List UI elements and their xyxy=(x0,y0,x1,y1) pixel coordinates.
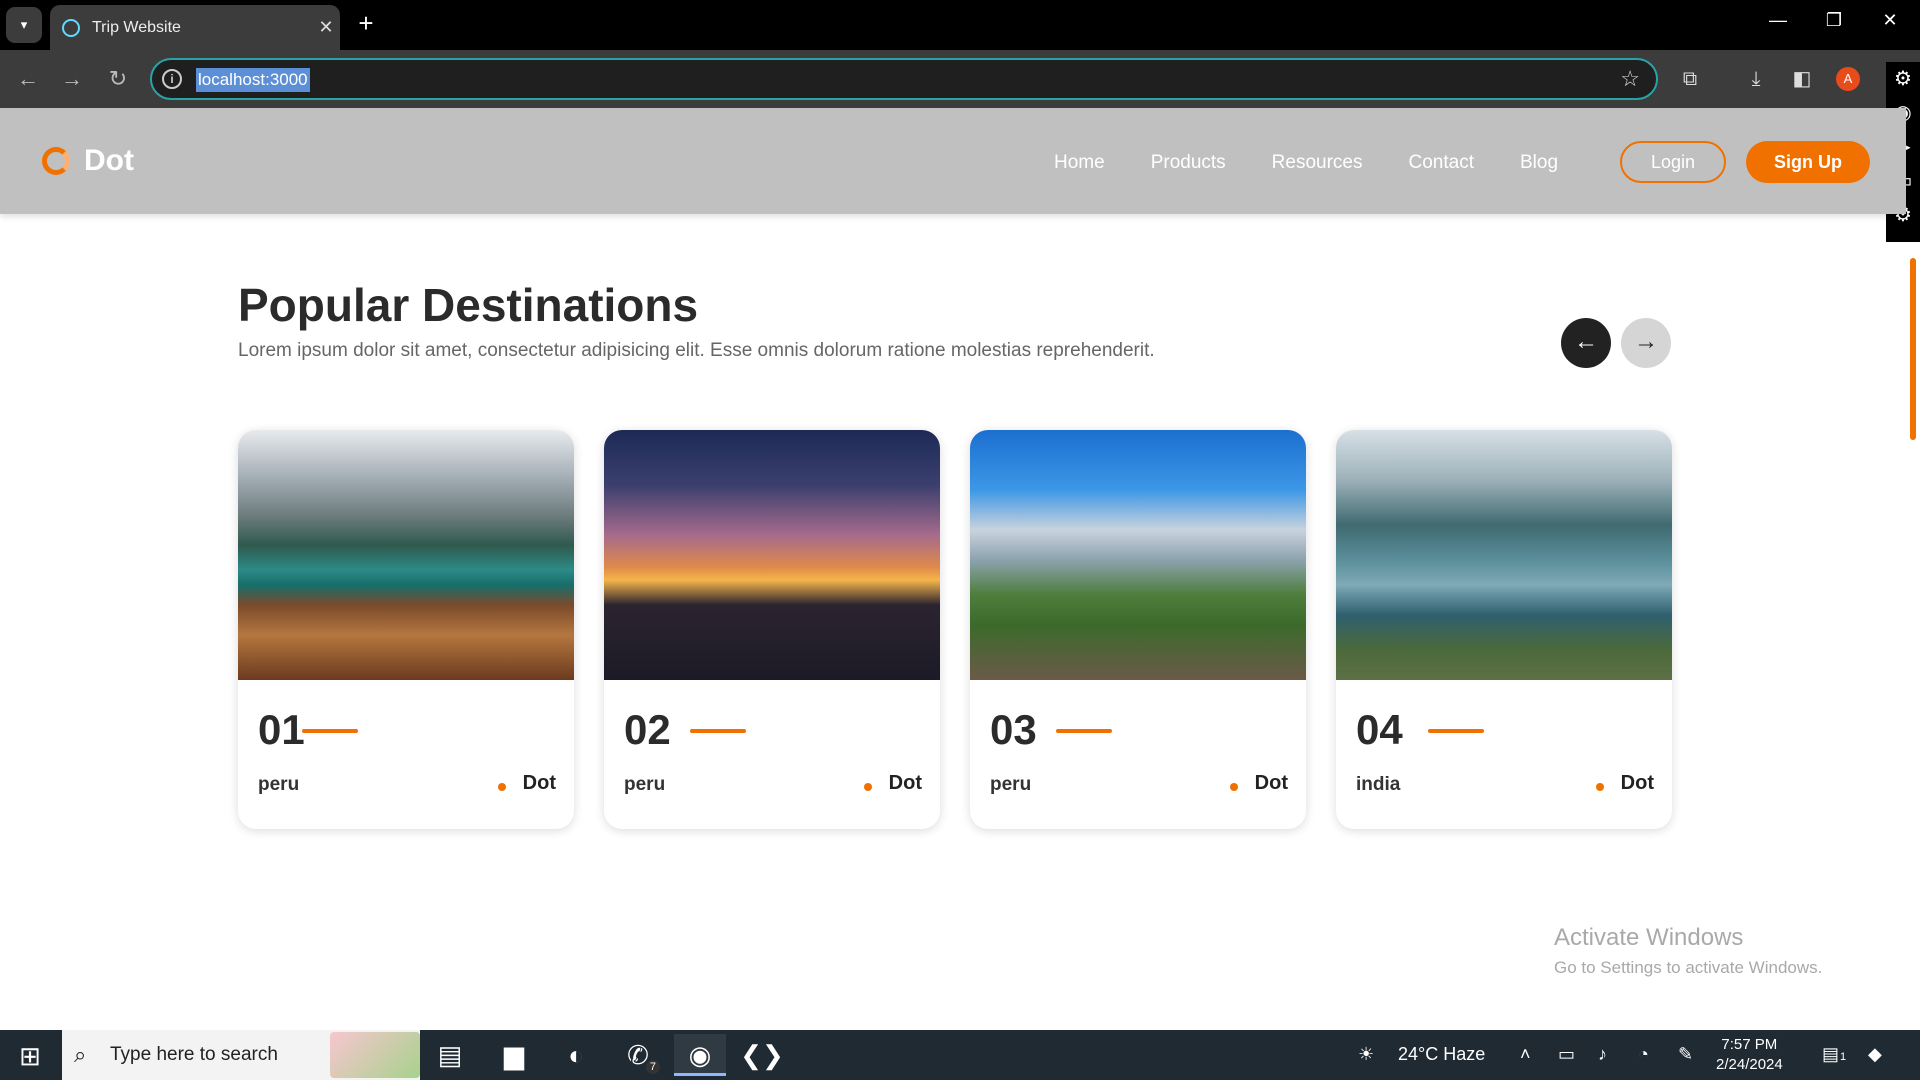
activate-title: Activate Windows xyxy=(1554,924,1744,951)
notification-count: 1 xyxy=(1840,1051,1847,1063)
extensions-icon[interactable]: ⧉ xyxy=(1676,65,1704,93)
side-panel-icon[interactable]: ◧ xyxy=(1788,65,1816,93)
search-placeholder: Type here to search xyxy=(110,1044,278,1065)
whatsapp-badge: 7 xyxy=(645,1060,660,1074)
prev-arrow-button[interactable]: ← xyxy=(1561,318,1611,368)
next-arrow-button[interactable]: → xyxy=(1621,318,1671,368)
weather-icon[interactable]: ☀ xyxy=(1358,1044,1374,1065)
section-description: Lorem ipsum dolor sit amet, consectetur … xyxy=(238,340,1155,361)
lake-boat-image xyxy=(238,430,574,680)
copilot-icon[interactable]: ◆ xyxy=(1868,1044,1882,1065)
nav-home[interactable]: Home xyxy=(1054,152,1105,174)
url-text[interactable]: localhost:3000 xyxy=(196,68,310,92)
taskbar-clock[interactable]: 7:57 PM 2/24/2024 xyxy=(1716,1035,1783,1075)
minimize-button[interactable]: — xyxy=(1756,10,1800,38)
card-accent-line xyxy=(1056,729,1112,733)
site-header: Dot Home Products Resources Contact Blog… xyxy=(0,108,1906,214)
logo-text: Dot xyxy=(84,144,134,177)
card-number: 01 xyxy=(258,706,305,753)
file-explorer-icon[interactable]: ▆ xyxy=(488,1034,540,1076)
battery-icon[interactable]: ▭ xyxy=(1558,1044,1575,1065)
card-accent-line xyxy=(690,729,746,733)
sunset-sea-image xyxy=(604,430,940,680)
tab-title: Trip Website xyxy=(92,18,181,36)
search-highlight-image xyxy=(330,1032,420,1078)
card-dot-icon xyxy=(498,783,506,791)
search-icon: ⌕ xyxy=(74,1042,87,1067)
card-number: 04 xyxy=(1356,706,1403,753)
edge-icon[interactable]: ◐ xyxy=(550,1034,602,1076)
task-view-icon[interactable]: ▤ xyxy=(424,1034,476,1076)
nav-contact[interactable]: Contact xyxy=(1409,152,1474,174)
activate-subtitle: Go to Settings to activate Windows. xyxy=(1554,958,1823,977)
tray-chevron-icon[interactable]: ˄ xyxy=(1520,1044,1531,1065)
card-accent-line xyxy=(302,729,358,733)
tab-search-button[interactable]: ▾ xyxy=(6,7,42,43)
reload-icon[interactable]: ↻ xyxy=(104,65,132,93)
weather-text[interactable]: 24°C Haze xyxy=(1398,1044,1485,1065)
section-title: Popular Destinations xyxy=(238,279,699,331)
card-number: 03 xyxy=(990,706,1037,753)
destination-card[interactable]: 02 peru Dot xyxy=(604,430,940,829)
nav-products[interactable]: Products xyxy=(1151,152,1226,174)
download-icon[interactable]: ⤓ xyxy=(1742,65,1770,93)
volume-icon[interactable]: ♪ xyxy=(1598,1044,1607,1065)
logo-icon xyxy=(42,147,70,175)
browser-tab[interactable]: Trip Website ✕ xyxy=(50,5,340,50)
card-dot-icon xyxy=(1596,783,1604,791)
fjord-hikers-image xyxy=(1336,430,1672,680)
network-icon[interactable]: ◔ xyxy=(1638,1044,1649,1065)
card-dot-icon xyxy=(1230,783,1238,791)
bookmark-star-icon[interactable]: ☆ xyxy=(1620,66,1640,92)
taskbar-search[interactable]: ⌕ Type here to search xyxy=(62,1030,420,1080)
browser-tab-bar: ▾ Trip Website ✕ + — ❐ ✕ xyxy=(0,0,1920,50)
browser-toolbar: ← → ↻ i localhost:3000 ☆ ⧉ ⤓ ◧ A xyxy=(0,50,1920,108)
card-place: india xyxy=(1356,774,1401,795)
close-tab-icon[interactable]: ✕ xyxy=(312,17,340,38)
mountain-bike-image xyxy=(970,430,1306,680)
destination-card[interactable]: 01 peru Dot xyxy=(238,430,574,829)
card-brand: Dot xyxy=(888,772,922,794)
main-nav: Home Products Resources Contact Blog xyxy=(1054,152,1604,174)
forward-icon[interactable]: → xyxy=(58,65,86,93)
destination-cards: 01 peru Dot 02 peru Dot 03 peru Dot 04 i… xyxy=(238,430,1672,830)
clock-date: 2/24/2024 xyxy=(1716,1056,1783,1073)
profile-avatar[interactable]: A xyxy=(1836,67,1860,91)
notification-icon[interactable]: ▤1 xyxy=(1822,1044,1846,1065)
address-bar[interactable]: i localhost:3000 ☆ xyxy=(150,58,1658,100)
scrollbar-thumb[interactable] xyxy=(1910,258,1916,440)
nav-blog[interactable]: Blog xyxy=(1520,152,1558,174)
card-place: peru xyxy=(624,774,666,795)
restore-button[interactable]: ❐ xyxy=(1812,10,1856,38)
card-place: peru xyxy=(258,774,300,795)
windows-taskbar: ⊞ ⌕ Type here to search ▤ ▆ ◐ ✆ 7 ◉ ❮❯ ☀ … xyxy=(0,1030,1920,1080)
card-brand: Dot xyxy=(1254,772,1288,794)
card-brand: Dot xyxy=(1620,772,1654,794)
pen-icon[interactable]: ✎ xyxy=(1678,1044,1693,1065)
destination-card[interactable]: 03 peru Dot xyxy=(970,430,1306,829)
new-tab-button[interactable]: + xyxy=(352,10,380,38)
whatsapp-icon[interactable]: ✆ 7 xyxy=(612,1034,664,1076)
card-brand: Dot xyxy=(522,772,556,794)
signup-button[interactable]: Sign Up xyxy=(1746,141,1870,183)
nav-resources[interactable]: Resources xyxy=(1272,152,1363,174)
activate-windows-watermark: Activate Windows Go to Settings to activ… xyxy=(1554,924,1822,978)
card-accent-line xyxy=(1428,729,1484,733)
card-dot-icon xyxy=(864,783,872,791)
destination-card[interactable]: 04 india Dot xyxy=(1336,430,1672,829)
back-icon[interactable]: ← xyxy=(14,65,42,93)
react-favicon-icon xyxy=(62,18,80,37)
card-place: peru xyxy=(990,774,1032,795)
card-number: 02 xyxy=(624,706,671,753)
clock-time: 7:57 PM xyxy=(1721,1036,1778,1053)
site-info-icon[interactable]: i xyxy=(162,69,182,89)
windows-start-icon[interactable]: ⊞ xyxy=(10,1040,50,1072)
vscode-icon[interactable]: ❮❯ xyxy=(736,1034,788,1076)
site-logo[interactable]: Dot xyxy=(42,144,134,178)
login-button[interactable]: Login xyxy=(1620,141,1726,183)
chrome-icon[interactable]: ◉ xyxy=(674,1034,726,1076)
settings-small-icon[interactable]: ⚙ xyxy=(1886,62,1920,96)
close-window-button[interactable]: ✕ xyxy=(1868,10,1912,38)
